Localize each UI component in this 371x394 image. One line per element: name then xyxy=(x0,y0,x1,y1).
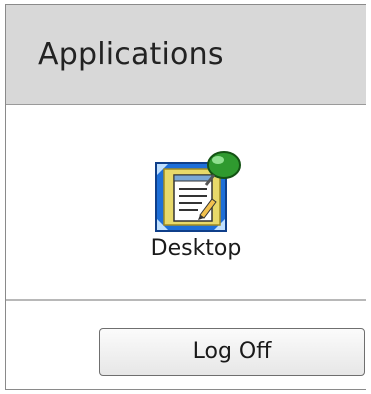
applications-panel: Applications Desktop Log Off xyxy=(5,4,366,390)
app-label-desktop[interactable]: Desktop xyxy=(6,235,371,263)
desktop-app-icon[interactable] xyxy=(154,149,244,233)
panel-title: Applications xyxy=(38,37,224,72)
log-off-button[interactable]: Log Off xyxy=(99,328,365,376)
panel-header: Applications xyxy=(6,5,366,105)
separator xyxy=(6,299,366,301)
app-item-desktop[interactable]: Desktop xyxy=(6,105,366,297)
